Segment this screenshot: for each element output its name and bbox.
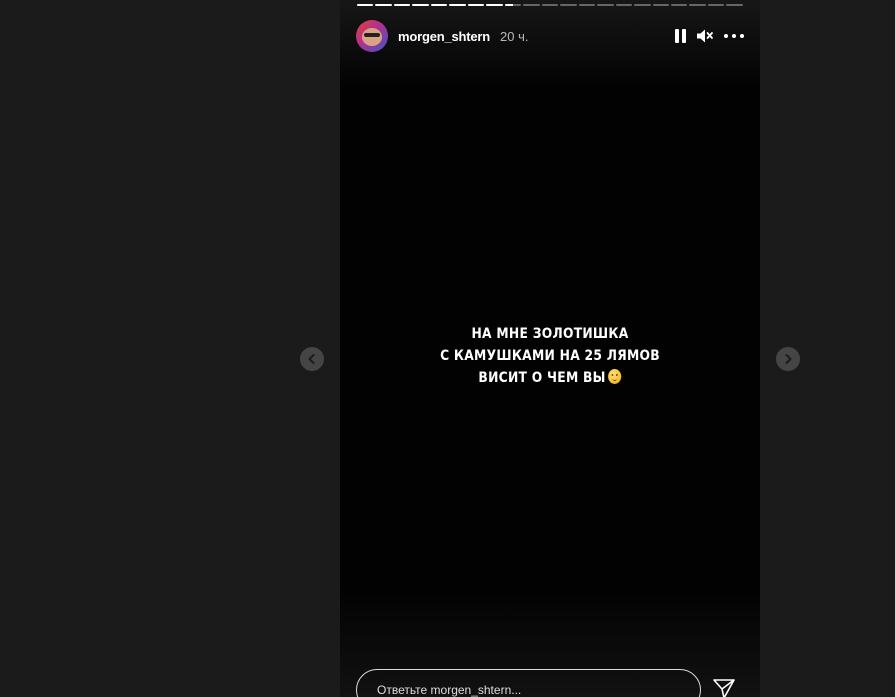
progress-segment-fill — [430, 4, 448, 6]
story-header: morgen_shtern 20 ч. — [356, 18, 744, 54]
volume-muted-icon — [697, 29, 713, 43]
caption-line-3-text: ВИСИТ О ЧЕМ ВЫ — [478, 370, 606, 386]
progress-segment — [541, 4, 559, 6]
progress-segment-fill — [504, 4, 513, 6]
progress-segment — [597, 4, 614, 6]
caption-line-3: ВИСИТ О ЧЕМ ВЫ — [365, 367, 735, 389]
progress-segment — [430, 4, 448, 6]
caption-line-2: С КАМУШКАМИ НА 25 ЛЯМОВ — [440, 348, 660, 364]
smirking-face-emoji-icon — [608, 369, 622, 384]
username-link[interactable]: morgen_shtern — [398, 29, 490, 44]
progress-segment — [652, 4, 669, 6]
story-card[interactable]: morgen_shtern 20 ч. НА МНЕ ЗОЛОТИШКА С К… — [340, 0, 760, 697]
progress-segment — [357, 4, 374, 6]
avatar-face — [362, 28, 382, 46]
chevron-left-icon — [308, 354, 315, 364]
mute-button[interactable] — [696, 24, 714, 48]
progress-segment-fill — [449, 4, 466, 6]
progress-segment — [707, 4, 725, 6]
reply-input[interactable] — [356, 669, 701, 697]
chevron-right-icon — [785, 354, 792, 364]
more-options-icon — [724, 34, 744, 38]
progress-segment-fill — [375, 4, 392, 6]
progress-segment — [634, 4, 651, 6]
progress-segment-fill — [467, 4, 485, 6]
progress-segment-fill — [357, 4, 374, 6]
progress-segment-fill — [393, 4, 411, 6]
progress-segment — [689, 4, 706, 6]
progress-segment — [726, 4, 743, 6]
story-viewer-page: morgen_shtern 20 ч. НА МНЕ ЗОЛОТИШКА С К… — [0, 0, 895, 697]
send-button[interactable] — [710, 676, 738, 697]
pause-button[interactable] — [675, 24, 686, 48]
progress-segment — [467, 4, 485, 6]
progress-segment — [615, 4, 633, 6]
avatar[interactable] — [356, 20, 388, 52]
avatar-glasses — [364, 33, 380, 37]
progress-segment — [486, 4, 503, 6]
progress-segment — [449, 4, 466, 6]
progress-segment-fill — [412, 4, 429, 6]
progress-segment — [523, 4, 540, 6]
progress-segment — [560, 4, 577, 6]
story-caption: НА МНЕ ЗОЛОТИШКА С КАМУШКАМИ НА 25 ЛЯМОВ… — [365, 323, 735, 389]
caption-line-1: НА МНЕ ЗОЛОТИШКА — [471, 326, 629, 342]
paper-plane-icon — [713, 679, 735, 697]
story-controls — [675, 24, 744, 48]
post-time: 20 ч. — [500, 28, 529, 44]
more-options-button[interactable] — [724, 24, 744, 48]
previous-story-button[interactable] — [300, 347, 324, 371]
progress-segment — [393, 4, 411, 6]
progress-segment — [412, 4, 429, 6]
progress-segment — [670, 4, 688, 6]
progress-segment — [578, 4, 596, 6]
progress-segment — [375, 4, 392, 6]
story-progress-bar — [357, 4, 743, 6]
progress-segment — [504, 4, 522, 6]
pause-icon — [675, 29, 686, 43]
progress-segment-fill — [486, 4, 503, 6]
next-story-button[interactable] — [776, 347, 800, 371]
